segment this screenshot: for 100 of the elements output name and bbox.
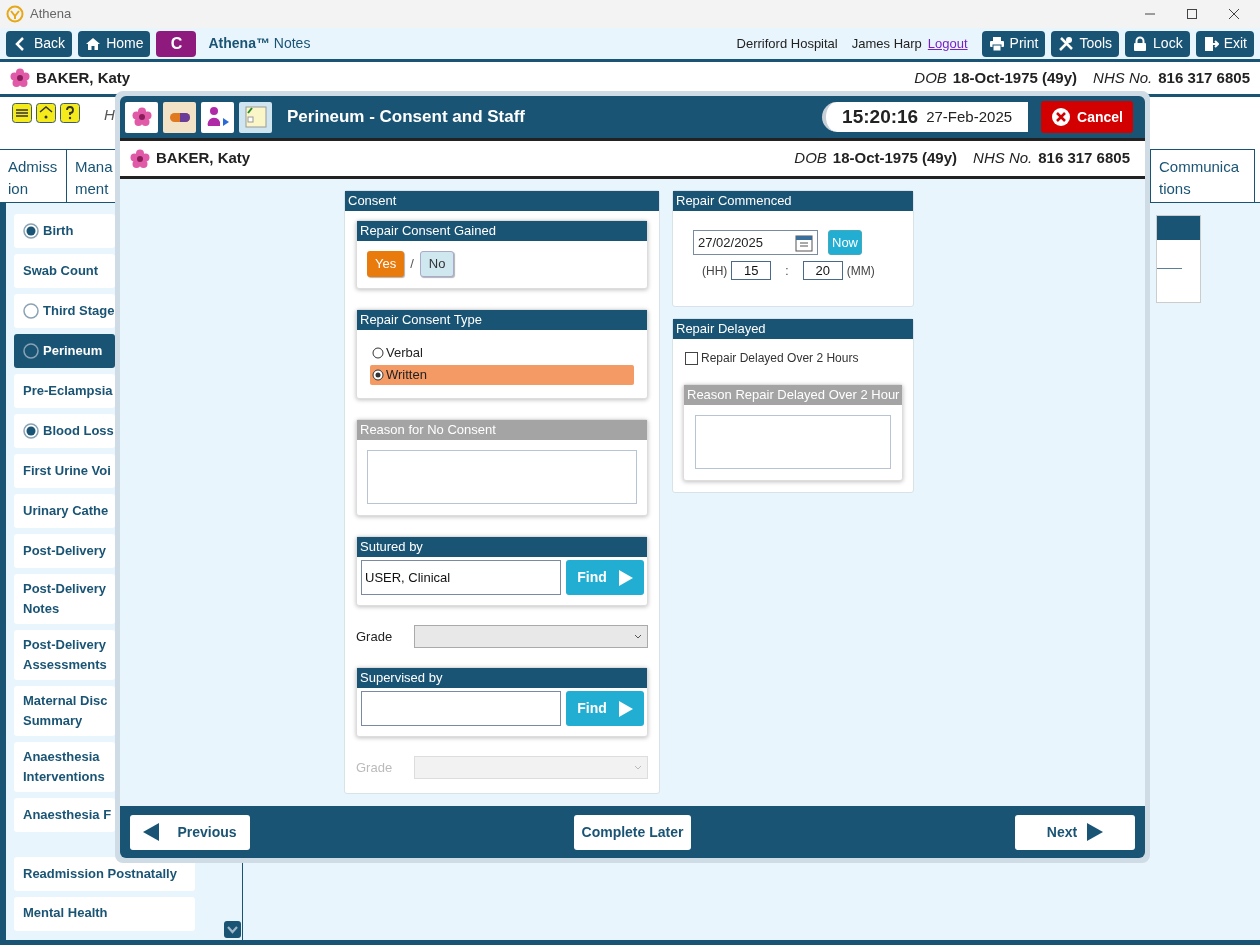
section-header: Repair Consent Gained xyxy=(357,221,647,241)
tab[interactable]: Admiss ion xyxy=(0,149,67,202)
app-logo-icon xyxy=(6,5,24,23)
sidebar-item[interactable]: Swab Count xyxy=(14,254,115,288)
toolbar-button[interactable]: Print xyxy=(981,30,1046,57)
capsule-button[interactable] xyxy=(163,101,196,133)
radio-option[interactable]: Verbal xyxy=(370,343,634,363)
clock-time: 15:20:16 xyxy=(842,104,919,129)
clock-date: 27-Feb-2025 xyxy=(926,106,1013,127)
flower-button[interactable] xyxy=(125,101,158,133)
separator-text: / xyxy=(410,255,414,274)
sidebar-item[interactable]: Perineum xyxy=(14,334,115,368)
sidebar-item[interactable]: Pre-Eclampsia xyxy=(14,374,115,408)
toolbar-button[interactable]: Home xyxy=(78,30,151,57)
printer-icon xyxy=(988,35,1005,52)
close-icon xyxy=(1051,107,1072,127)
radio-icon xyxy=(372,347,384,359)
hour-field[interactable]: 15 xyxy=(731,261,772,280)
section-header: Reason for No Consent xyxy=(357,420,647,440)
notepad-button[interactable] xyxy=(239,101,272,133)
next-button[interactable]: Next xyxy=(1015,814,1135,850)
sidebar-item[interactable]: Post-Delivery Assessments xyxy=(14,630,115,680)
sidebar-item[interactable]: First Urine Voi xyxy=(14,454,115,488)
hour-label: (HH) xyxy=(702,262,728,280)
flower-icon xyxy=(131,107,152,127)
toolbar-button[interactable]: Exit xyxy=(1195,30,1254,57)
sidebar-item[interactable]: Post-Delivery Notes xyxy=(14,574,115,624)
grade-dropdown[interactable] xyxy=(413,625,648,648)
user-name: James Harp xyxy=(851,34,922,53)
dob-label: DOB xyxy=(914,67,947,88)
toolbar-button[interactable]: Back xyxy=(6,30,73,57)
filled-radio-icon xyxy=(23,423,39,439)
flower-icon xyxy=(10,68,30,88)
hospital-name: Derriford Hospital xyxy=(736,34,838,53)
sidebar-item[interactable]: Readmission Postnatally xyxy=(14,857,195,891)
cancel-button[interactable]: Cancel xyxy=(1041,101,1133,133)
empty-radio-icon xyxy=(23,303,39,319)
section-header: Repair Delayed xyxy=(673,319,913,339)
dob-value: 18-Oct-1975 (49y) xyxy=(952,67,1078,88)
sidebar-item[interactable]: Anaesthesia F xyxy=(14,798,115,832)
date-field[interactable]: 27/02/2025 xyxy=(693,230,818,255)
time-separator: : xyxy=(785,262,789,280)
dialog-title: Perineum - Consent and Staff xyxy=(287,106,526,129)
question-icon xyxy=(60,103,80,123)
name-field[interactable]: USER, Clinical xyxy=(361,560,561,595)
grade-label: Grade xyxy=(356,627,394,646)
sidebar-item[interactable]: Mental Health xyxy=(14,897,195,931)
section-header: Sutured by xyxy=(357,537,647,557)
forward-arrow-icon xyxy=(1087,823,1104,841)
section-header: Supervised by xyxy=(357,668,647,688)
maximize-icon xyxy=(1186,8,1198,20)
sidebar-item[interactable]: Birth xyxy=(14,214,115,248)
home-icon xyxy=(85,35,102,52)
toolbar-button[interactable]: Tools xyxy=(1051,30,1120,57)
minute-label: (MM) xyxy=(846,262,875,280)
grade-label: Grade xyxy=(356,758,394,777)
sidebar-item[interactable]: Blood Loss xyxy=(14,414,115,448)
nhs-number: 816 317 6805 xyxy=(1038,148,1130,169)
sidebar-item[interactable]: Anaesthesia Interventions xyxy=(14,742,115,792)
section-header: Repair Commenced xyxy=(673,191,913,211)
sidebar-item[interactable]: Third Stage xyxy=(14,294,115,328)
chevron-down-icon xyxy=(634,764,642,771)
tools-icon xyxy=(1058,35,1075,52)
sidebar-item[interactable]: Post-Delivery xyxy=(14,534,115,568)
section-header: Repair Consent Type xyxy=(357,310,647,330)
window-title: Athena xyxy=(30,5,72,24)
chevron-down-icon xyxy=(634,633,642,640)
dob-label: DOB xyxy=(794,148,827,169)
sidebar-item[interactable]: Maternal Disc Summary xyxy=(14,686,115,736)
complete-later-button[interactable]: Complete Later xyxy=(573,814,692,850)
patient-name: BAKER, Katy xyxy=(36,67,131,88)
notepad-icon xyxy=(242,104,269,130)
name-field[interactable] xyxy=(361,691,561,726)
flower-icon xyxy=(130,148,150,169)
logout-link[interactable]: Logout xyxy=(927,33,968,54)
alert-text: H xyxy=(104,105,115,125)
exit-icon xyxy=(1202,35,1219,52)
close-icon xyxy=(1228,8,1240,20)
radio-option[interactable]: Written xyxy=(370,365,634,385)
checkbox-row[interactable]: Repair Delayed Over 2 Hours xyxy=(673,339,913,367)
nhs-label: NHS No. xyxy=(973,148,1033,169)
empty-radio-icon xyxy=(23,343,39,359)
sidebar-item[interactable]: Urinary Cathe xyxy=(14,494,115,528)
previous-button[interactable]: Previous xyxy=(130,814,250,850)
back-arrow-icon xyxy=(143,823,160,841)
lock-icon xyxy=(1132,35,1149,52)
choice-button[interactable]: No xyxy=(419,251,455,277)
toolbar-button[interactable]: Lock xyxy=(1125,30,1190,57)
play-arrow-icon xyxy=(618,700,633,717)
dob-value: 18-Oct-1975 (49y) xyxy=(832,148,958,169)
nhs-number: 816 317 6805 xyxy=(1158,67,1250,88)
minute-field[interactable]: 20 xyxy=(802,261,843,280)
section-header: Consent xyxy=(345,191,659,211)
section-header: Reason Repair Delayed Over 2 Hour xyxy=(684,385,902,405)
calendar-icon xyxy=(795,233,813,252)
toolbar-button[interactable]: C xyxy=(156,30,197,57)
selected-radio-icon xyxy=(372,369,384,381)
filled-radio-icon xyxy=(23,223,39,239)
person-arrow-button[interactable] xyxy=(201,101,234,133)
patient-name: BAKER, Katy xyxy=(156,148,251,169)
